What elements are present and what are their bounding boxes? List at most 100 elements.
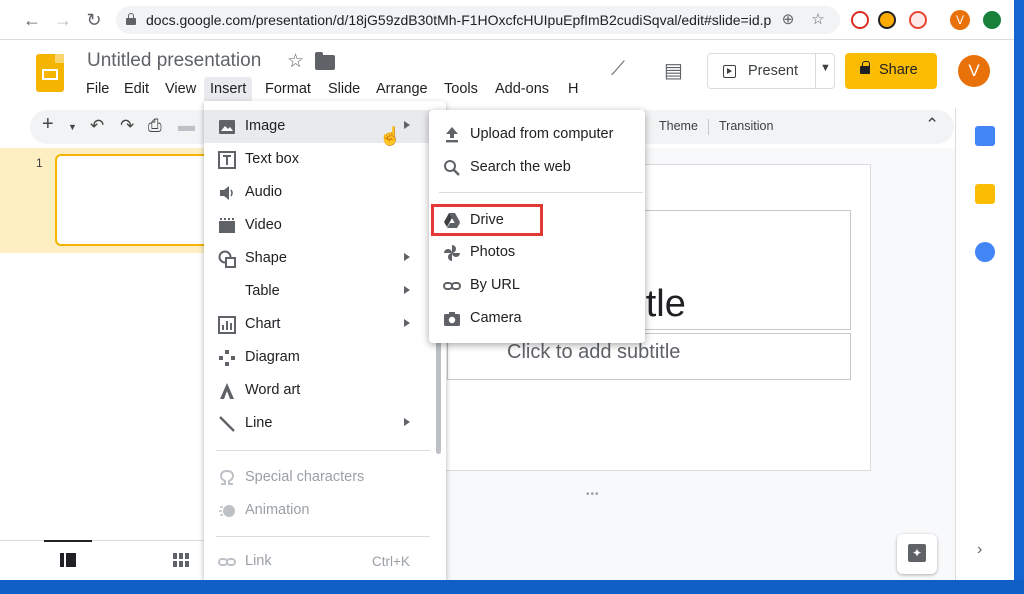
menu-edit[interactable]: Edit: [118, 77, 155, 101]
insert-video-item[interactable]: Video: [204, 209, 440, 242]
extension-red-icon[interactable]: [851, 11, 869, 29]
forward-arrow-icon[interactable]: →: [51, 8, 75, 32]
camera-label: Camera: [470, 310, 522, 326]
new-slide-plus-icon[interactable]: +: [42, 113, 54, 136]
photos-item[interactable]: Photos: [429, 236, 645, 269]
menu-view[interactable]: View: [159, 77, 202, 101]
submenu-arrow-icon: [404, 286, 410, 294]
theme-button[interactable]: Theme: [659, 119, 698, 133]
transition-button[interactable]: Transition: [719, 119, 773, 133]
zoom-icon[interactable]: ⊕: [778, 10, 798, 28]
text-box-icon: [218, 151, 236, 169]
insert-special-characters-label: Special characters: [245, 469, 365, 485]
lock-icon: [126, 13, 136, 25]
link-icon: [218, 558, 236, 566]
insert-shape-item[interactable]: Shape: [204, 242, 440, 275]
print-icon[interactable]: ⎙: [148, 116, 162, 136]
view-active-indicator: [44, 540, 92, 542]
menu-tools[interactable]: Tools: [438, 77, 484, 101]
share-button[interactable]: Share: [845, 53, 937, 89]
menu-format[interactable]: Format: [259, 77, 317, 101]
drive-item[interactable]: Drive: [431, 204, 543, 236]
grid-view-icon[interactable]: [173, 553, 189, 567]
insert-link-label: Link: [245, 553, 272, 569]
insert-animation-item[interactable]: Animation: [204, 494, 440, 527]
insert-link-shortcut: Ctrl+K: [372, 554, 410, 569]
insert-audio-item[interactable]: Audio: [204, 176, 440, 209]
back-arrow-icon[interactable]: ←: [20, 8, 44, 32]
account-avatar[interactable]: V: [958, 55, 990, 87]
slide-thumbnail-row[interactable]: 1: [0, 148, 215, 253]
upload-from-computer-item[interactable]: Upload from computer: [429, 118, 645, 151]
side-panel: [955, 108, 1014, 580]
paint-format-icon[interactable]: ▬: [178, 116, 195, 136]
insert-diagram-item[interactable]: Diagram: [204, 341, 440, 374]
menu-addons[interactable]: Add-ons: [489, 77, 555, 101]
subtitle-placeholder-text: Click to add subtitle: [507, 341, 681, 363]
comments-icon[interactable]: ▤: [664, 58, 683, 83]
search-the-web-item[interactable]: Search the web: [429, 151, 645, 184]
submenu-arrow-icon: [404, 253, 410, 261]
bookmark-star-icon[interactable]: ☆: [808, 10, 828, 28]
menu-arrange[interactable]: Arrange: [370, 77, 434, 101]
collapse-toolbar-chevron-icon[interactable]: ⌃: [925, 115, 939, 135]
new-slide-dropdown-icon[interactable]: ▼: [68, 122, 77, 132]
insert-line-item[interactable]: Line: [204, 407, 440, 440]
present-divider: [815, 54, 816, 88]
expand-side-panel-chevron-icon[interactable]: ›: [977, 541, 982, 559]
activity-trend-icon[interactable]: ⟋: [611, 58, 625, 81]
insert-link-item[interactable]: Link Ctrl+K: [204, 545, 440, 578]
submenu-arrow-icon: [404, 319, 410, 327]
by-url-item[interactable]: By URL: [429, 269, 645, 302]
tasks-icon[interactable]: [975, 242, 995, 262]
menu-file[interactable]: File: [80, 77, 115, 101]
chevron-down-icon[interactable]: ▼: [820, 62, 831, 74]
slides-logo-icon[interactable]: [36, 54, 64, 92]
insert-menu-dropdown: Image Text box Audio Video Shape Table C…: [204, 101, 446, 580]
menu-help[interactable]: H: [562, 77, 584, 101]
address-bar[interactable]: docs.google.com/presentation/d/18jG59zdB…: [116, 6, 840, 34]
insert-table-item[interactable]: Table: [204, 275, 440, 308]
filmstrip-view-icon[interactable]: [60, 553, 76, 567]
reload-icon[interactable]: ↻: [82, 8, 106, 32]
browser-profile-avatar[interactable]: V: [950, 10, 970, 30]
insert-special-characters-item[interactable]: Special characters: [204, 461, 440, 494]
word-art-icon: [220, 383, 234, 399]
extension-green-icon[interactable]: [983, 11, 1001, 29]
calendar-icon[interactable]: [975, 126, 995, 146]
extension-shield-icon[interactable]: [909, 11, 927, 29]
extension-yellow-icon[interactable]: [878, 11, 896, 29]
keep-icon[interactable]: [975, 184, 995, 204]
explore-button[interactable]: ✦: [897, 534, 937, 574]
desktop-taskbar-edge: [0, 580, 1024, 594]
insert-text-box-item[interactable]: Text box: [204, 143, 440, 176]
slide-thumbnail[interactable]: [55, 154, 215, 246]
desktop-background: [1014, 0, 1024, 580]
document-title[interactable]: Untitled presentation: [87, 50, 261, 72]
search-the-web-label: Search the web: [470, 159, 571, 175]
menu-slide[interactable]: Slide: [322, 77, 366, 101]
line-icon: [219, 416, 235, 432]
menu-separator: [216, 450, 430, 451]
explore-sparkle-icon: ✦: [908, 544, 926, 562]
toolbar-separator: [708, 119, 709, 135]
hand-cursor-icon: ☝: [379, 126, 402, 146]
video-icon: [219, 218, 235, 233]
image-submenu: Upload from computer Search the web Driv…: [429, 110, 645, 343]
speaker-notes-drag-handle[interactable]: •••: [586, 489, 600, 500]
photos-pinwheel-icon: [444, 245, 460, 261]
insert-chart-item[interactable]: Chart: [204, 308, 440, 341]
undo-icon[interactable]: ↶: [90, 116, 104, 136]
present-button[interactable]: Present ▼: [707, 53, 835, 89]
slide-number: 1: [36, 156, 43, 170]
camera-item[interactable]: Camera: [429, 302, 645, 335]
star-icon[interactable]: ☆: [287, 50, 304, 73]
insert-word-art-item[interactable]: Word art: [204, 374, 440, 407]
move-folder-icon[interactable]: [315, 52, 335, 70]
redo-icon[interactable]: ↷: [120, 116, 134, 136]
present-label: Present: [748, 63, 798, 79]
insert-animation-label: Animation: [245, 502, 310, 518]
insert-image-item[interactable]: Image: [204, 110, 440, 143]
filmstrip-panel: 1: [0, 148, 215, 580]
menu-insert[interactable]: Insert: [204, 77, 253, 101]
